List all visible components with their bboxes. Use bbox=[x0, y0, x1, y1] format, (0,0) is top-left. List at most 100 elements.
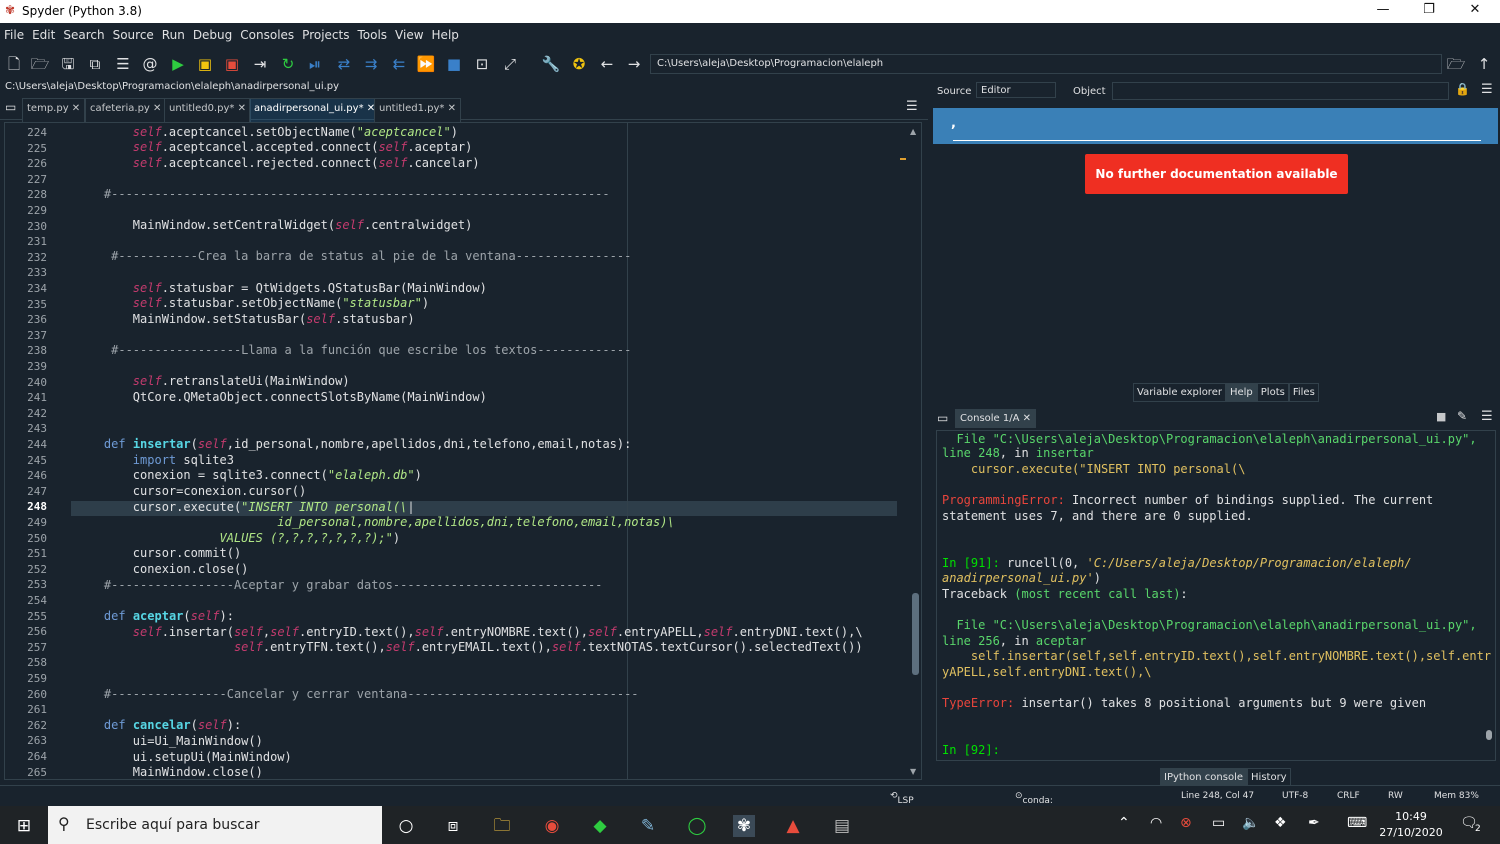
tab-variable-explorer[interactable]: Variable explorer bbox=[1133, 383, 1226, 402]
browse-tabs-icon[interactable]: ▭ bbox=[937, 411, 948, 425]
python-idle-icon[interactable]: ✎ bbox=[637, 815, 659, 837]
browse-tabs-icon[interactable]: ▭ bbox=[5, 100, 16, 114]
run-icon[interactable]: ▶ bbox=[168, 54, 188, 74]
line-number: 258 bbox=[27, 656, 47, 670]
close-window-button[interactable]: ✕ bbox=[1452, 2, 1498, 22]
menu-search[interactable]: Search bbox=[59, 23, 108, 42]
menu-view[interactable]: View bbox=[391, 23, 427, 42]
task-view-icon[interactable]: ⧈ bbox=[442, 815, 464, 837]
line-endings: CRLF bbox=[1337, 791, 1360, 801]
options-menu-icon[interactable]: ☰ bbox=[1481, 409, 1493, 424]
options-menu-icon[interactable]: ☰ bbox=[906, 99, 918, 114]
keyboard-icon[interactable]: ⌨ bbox=[1347, 815, 1367, 831]
save-icon[interactable]: 🖫 bbox=[58, 54, 78, 74]
menu-debug[interactable]: Debug bbox=[189, 23, 236, 42]
tab-cafeteria[interactable]: cafeteria.py ✕ bbox=[85, 98, 167, 124]
anaconda-icon[interactable]: ◯ bbox=[686, 815, 708, 837]
run-cell-advance-icon[interactable]: ▣ bbox=[222, 54, 242, 74]
at-icon[interactable]: @ bbox=[140, 54, 160, 74]
parent-dir-icon[interactable]: ↑ bbox=[1474, 54, 1494, 74]
menu-source[interactable]: Source bbox=[109, 23, 158, 42]
qt-designer-icon[interactable]: ◆ bbox=[589, 815, 611, 837]
list-icon[interactable]: ☰ bbox=[113, 54, 133, 74]
browse-folder-icon[interactable]: 🗁 bbox=[1446, 54, 1466, 74]
console-line: File "C:\Users\aleja\Desktop\Programacio… bbox=[956, 618, 1477, 632]
sync-error-icon[interactable]: ⊗ bbox=[1180, 815, 1192, 831]
code-line: self.statusbar.setObjectName("statusbar"… bbox=[132, 296, 430, 310]
tab-untitled0[interactable]: untitled0.py* ✕ bbox=[164, 98, 251, 124]
menu-help[interactable]: Help bbox=[428, 23, 463, 42]
fullscreen-icon[interactable]: ⤢ bbox=[500, 54, 520, 74]
pen-icon[interactable]: ✒ bbox=[1308, 815, 1320, 831]
tab-temp[interactable]: temp.py ✕ bbox=[22, 98, 86, 124]
system-clock[interactable]: 10:49 27/10/2020 bbox=[1375, 809, 1447, 841]
scroll-down-icon[interactable]: ▼ bbox=[910, 767, 916, 776]
tab-untitled1[interactable]: untitled1.py* ✕ bbox=[374, 98, 461, 124]
tab-console-1a[interactable]: Console 1/A ✕ bbox=[955, 409, 1037, 428]
help-toolbar: Source Editor Object 🔒 ☰ bbox=[931, 80, 1500, 102]
menu-consoles[interactable]: Consoles bbox=[236, 23, 298, 42]
menu-tools[interactable]: Tools bbox=[353, 23, 391, 42]
console-prompt[interactable]: In [92]: bbox=[942, 743, 1000, 757]
step-return-icon[interactable]: ⇇ bbox=[389, 54, 409, 74]
python-path-icon[interactable]: ✪ bbox=[569, 54, 589, 74]
options-menu-icon[interactable]: ☰ bbox=[1481, 82, 1493, 97]
editor-scroll-thumb[interactable] bbox=[912, 593, 919, 675]
close-icon[interactable]: ✕ bbox=[238, 103, 246, 114]
source-select[interactable]: Editor bbox=[976, 82, 1056, 98]
new-file-icon[interactable]: 🗋 bbox=[4, 54, 24, 74]
spyder-taskbar-icon[interactable]: ✾ bbox=[733, 815, 755, 837]
code-editor[interactable]: 224 225 226 227 228 229 230 231 232 233 234 235 236 2… bbox=[4, 122, 922, 780]
maximize-button[interactable]: ❐ bbox=[1406, 2, 1452, 22]
ipython-console[interactable]: File "C:\Users\aleja\Desktop\Programacio… bbox=[936, 430, 1496, 761]
interrupt-kernel-icon[interactable]: ■ bbox=[1436, 410, 1446, 423]
step-icon[interactable]: ⇄ bbox=[334, 54, 354, 74]
taskbar-search-box[interactable]: ⚲ Escribe aquí para buscar bbox=[48, 806, 382, 844]
menu-run[interactable]: Run bbox=[158, 23, 189, 42]
scroll-up-icon[interactable]: ▲ bbox=[910, 127, 916, 136]
wifi-icon[interactable]: ◠ bbox=[1150, 815, 1162, 831]
maximize-pane-icon[interactable]: ⊡ bbox=[472, 54, 492, 74]
save-all-icon[interactable]: ⧉ bbox=[85, 54, 105, 74]
wrench-icon[interactable]: 🔧 bbox=[541, 54, 561, 74]
tab-help[interactable]: Help bbox=[1225, 383, 1257, 402]
menu-projects[interactable]: Projects bbox=[298, 23, 353, 42]
chevron-up-icon[interactable]: ⌃ bbox=[1118, 815, 1130, 831]
clear-console-icon[interactable]: ✎ bbox=[1457, 409, 1467, 423]
menu-file[interactable]: File bbox=[0, 23, 28, 42]
chrome-icon[interactable]: ◉ bbox=[541, 815, 563, 837]
windows-start-icon[interactable]: ⊞ bbox=[13, 815, 35, 837]
lock-icon[interactable]: 🔒 bbox=[1455, 82, 1470, 96]
forward-arrow-icon[interactable]: → bbox=[624, 54, 644, 74]
step-into-icon[interactable]: ⇉ bbox=[361, 54, 381, 74]
rerun-icon[interactable]: ↻ bbox=[278, 54, 298, 74]
tab-plots[interactable]: Plots bbox=[1256, 383, 1289, 402]
dropbox-icon[interactable]: ❖ bbox=[1274, 815, 1287, 831]
file-explorer-icon[interactable]: 🗀 bbox=[491, 815, 513, 837]
working-directory-field[interactable]: C:\Users\aleja\Desktop\Programacion\elal… bbox=[650, 54, 1442, 74]
editor-scrollbar[interactable]: ▲ ▼ bbox=[909, 127, 919, 777]
close-icon[interactable]: ✕ bbox=[153, 103, 161, 114]
tab-files[interactable]: Files bbox=[1288, 383, 1319, 402]
back-arrow-icon[interactable]: ← bbox=[597, 54, 617, 74]
close-icon[interactable]: ✕ bbox=[72, 103, 80, 114]
run-cell-icon[interactable]: ▣ bbox=[195, 54, 215, 74]
volume-icon[interactable]: 🔈 bbox=[1242, 815, 1259, 831]
run-selection-icon[interactable]: ⇥ bbox=[250, 54, 270, 74]
battery-icon[interactable]: ▭ bbox=[1212, 815, 1225, 831]
debug-icon[interactable]: ⏯ bbox=[305, 54, 325, 74]
close-icon[interactable]: ✕ bbox=[1023, 413, 1031, 424]
object-input[interactable] bbox=[1112, 82, 1449, 100]
close-icon[interactable]: ✕ bbox=[448, 103, 456, 114]
code-line: self.aceptcancel.accepted.connect(self.a… bbox=[132, 140, 473, 154]
acrobat-icon[interactable]: ▲ bbox=[782, 815, 804, 837]
console-scrollbar[interactable] bbox=[1486, 437, 1493, 757]
minimize-button[interactable]: — bbox=[1360, 2, 1406, 22]
stop-icon[interactable]: ■ bbox=[444, 54, 464, 74]
tab-anadirpersonal[interactable]: anadirpersonal_ui.py* ✕ bbox=[249, 98, 381, 125]
cortana-icon[interactable]: ○ bbox=[395, 815, 417, 837]
open-folder-icon[interactable]: 🗁 bbox=[30, 54, 50, 74]
database-icon[interactable]: ▤ bbox=[831, 815, 853, 837]
menu-edit[interactable]: Edit bbox=[28, 23, 59, 42]
continue-icon[interactable]: ⏩ bbox=[416, 54, 436, 74]
